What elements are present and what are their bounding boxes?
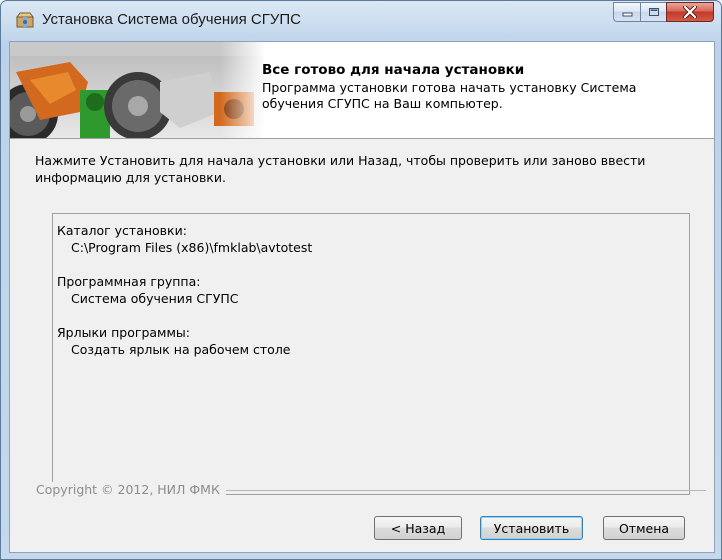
dialog-client-area: Все готово для начала установки Программ…: [9, 41, 715, 553]
memo-group-value: Система обучения СГУПС: [71, 291, 239, 306]
title-bar[interactable]: Установка Система обучения СГУПС: [1, 1, 721, 37]
memo-dir-value: C:\Program Files (x86)\fmklab\avtotest: [71, 240, 313, 255]
cancel-button[interactable]: Отмена: [603, 516, 685, 540]
ready-memo[interactable]: Каталог установки: C:\Program Files (x86…: [52, 213, 690, 495]
maximize-button[interactable]: [640, 2, 666, 22]
close-button[interactable]: [666, 2, 714, 22]
minimize-icon: [622, 12, 632, 17]
installer-window: Установка Система обучения СГУПС Все гот…: [0, 0, 722, 560]
minimize-button[interactable]: [613, 2, 640, 22]
wizard-banner-image: [10, 42, 266, 138]
header-description: Программа установки готова начать устано…: [262, 80, 637, 111]
maximize-icon: [648, 8, 659, 16]
window-title: Установка Система обучения СГУПС: [42, 11, 301, 28]
wizard-header: Все готово для начала установки Программ…: [10, 42, 714, 139]
copyright-text: Copyright © 2012, НИЛ ФМК: [36, 482, 226, 497]
back-button[interactable]: < Назад: [374, 516, 462, 540]
memo-group-shortcuts: Ярлыки программы: Создать ярлык на рабоч…: [57, 324, 685, 358]
caption-buttons: [613, 2, 714, 23]
memo-group-program-group: Программная группа: Система обучения СГУ…: [57, 273, 685, 307]
header-title: Все готово для начала установки: [262, 62, 525, 78]
memo-group-label: Программная группа:: [57, 274, 201, 289]
memo-shortcuts-label: Ярлыки программы:: [57, 325, 190, 340]
installer-icon: [16, 12, 34, 28]
memo-group-directory: Каталог установки: C:\Program Files (x86…: [57, 222, 685, 256]
intro-text: Нажмите Установить для начала установки …: [35, 153, 646, 185]
memo-dir-label: Каталог установки:: [57, 223, 187, 238]
install-button[interactable]: Установить: [480, 516, 583, 540]
memo-shortcuts-value: Создать ярлык на рабочем столе: [71, 342, 291, 357]
close-icon: [683, 6, 697, 18]
